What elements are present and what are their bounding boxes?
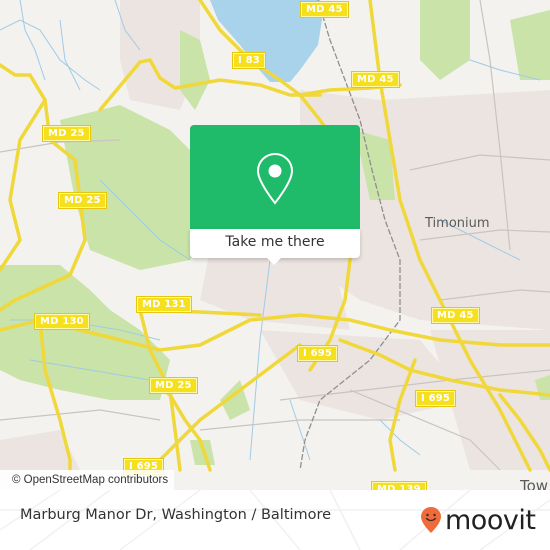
- moovit-wordmark: moovit: [445, 504, 536, 536]
- moovit-smile-pin-icon: [421, 507, 441, 533]
- moovit-logo[interactable]: moovit: [420, 500, 536, 540]
- take-me-there-button[interactable]: Take me there: [190, 229, 360, 258]
- popup-action-area: Take me there: [190, 229, 360, 258]
- road-shield-md25: MD 25: [150, 378, 197, 393]
- road-shield-i695: I 695: [416, 391, 456, 406]
- road-shield-i83: I 83: [233, 53, 265, 68]
- map-view[interactable]: MD 45 I 83 MD 45 MD 25 MD 25 MD 131 MD 1…: [0, 0, 550, 490]
- place-label-timonium: Timonium: [425, 216, 490, 231]
- road-shield-md139: MD 139: [372, 482, 426, 490]
- location-popup: Take me there: [190, 125, 360, 265]
- location-title: Marburg Manor Dr, Washington / Baltimore: [20, 507, 332, 523]
- road-shield-md45: MD 45: [352, 72, 399, 87]
- footer-bar: Marburg Manor Dr, Washington / Baltimore…: [0, 490, 550, 550]
- road-shield-md130: MD 130: [35, 314, 89, 329]
- road-shield-md45: MD 45: [301, 2, 348, 17]
- road-shield-i695: I 695: [298, 346, 338, 361]
- location-pin-icon: [256, 152, 294, 205]
- road-shield-md25: MD 25: [59, 193, 106, 208]
- road-shield-md45: MD 45: [432, 308, 479, 323]
- popup-header: [190, 125, 360, 229]
- road-shield-md131: MD 131: [137, 297, 191, 312]
- map-attribution[interactable]: © OpenStreetMap contributors: [0, 470, 175, 490]
- road-shield-md25: MD 25: [43, 126, 90, 141]
- popup-pointer: [266, 257, 282, 265]
- place-label-towson: Tow: [520, 477, 549, 490]
